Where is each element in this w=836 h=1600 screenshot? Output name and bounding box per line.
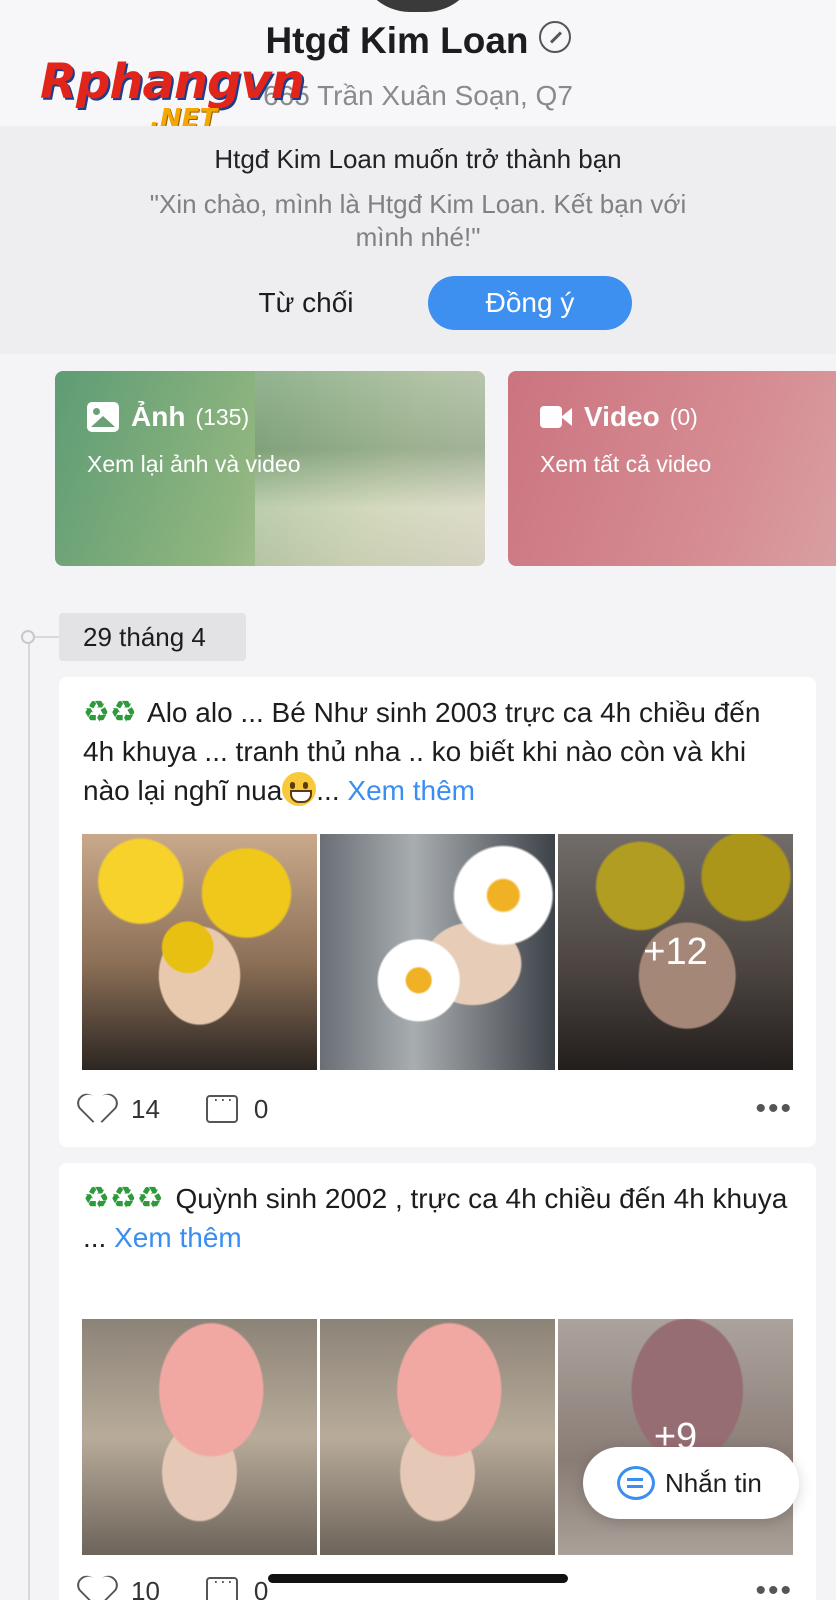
grinning-face-emoji-icon — [282, 772, 317, 806]
comment-icon[interactable] — [205, 1089, 238, 1123]
watermark-logo: Rphangvn .NET — [40, 54, 305, 136]
decline-button[interactable]: Từ chối — [226, 276, 386, 330]
photos-count: (135) — [195, 403, 250, 430]
post-photo[interactable] — [82, 1319, 317, 1555]
more-options-icon[interactable]: ••• — [755, 1576, 793, 1600]
more-photos-count[interactable]: +9 — [558, 1319, 793, 1555]
heart-icon[interactable] — [83, 1575, 117, 1600]
comment-count: 0 — [253, 1575, 269, 1600]
videos-card-label: Video — [584, 401, 660, 432]
avatar[interactable] — [358, 0, 478, 12]
comment-count: 0 — [253, 1093, 269, 1124]
message-button[interactable]: Nhắn tin — [583, 1447, 799, 1519]
more-options-icon[interactable]: ••• — [755, 1094, 793, 1124]
timeline-connector — [35, 636, 59, 638]
post-photo[interactable] — [320, 834, 555, 1070]
photo-icon — [87, 402, 119, 432]
see-more-link[interactable]: Xem thêm — [114, 1222, 242, 1253]
like-count: 14 — [131, 1093, 160, 1124]
profile-name: Htgđ Kim Loan — [265, 20, 529, 61]
post-ellipsis: ... — [83, 1222, 107, 1253]
watermark-main-text: Rphangvn — [40, 54, 305, 110]
post-photo-grid: +9 — [82, 1319, 793, 1555]
heart-icon[interactable] — [83, 1093, 117, 1125]
friend-request-message: "Xin chào, mình là Htgđ Kim Loan. Kết bạ… — [149, 189, 687, 252]
post-photo[interactable]: +9 — [558, 1319, 793, 1555]
edit-pencil-icon[interactable] — [538, 21, 571, 54]
timeline-post[interactable]: ♻♻♻ Quỳnh sinh 2002 , trực ca 4h chiều đ… — [59, 1163, 816, 1600]
post-ellipsis: ... — [316, 775, 340, 806]
post-photo-grid: +12 — [82, 834, 793, 1070]
friend-request-title: Htgđ Kim Loan muốn trở thành bạn — [214, 144, 622, 174]
videos-card[interactable]: Video (0) Xem tất cả video — [508, 371, 836, 566]
comment-icon[interactable] — [205, 1571, 238, 1600]
post-body: Quỳnh sinh 2002 , trực ca 4h chiều đến 4… — [175, 1183, 788, 1214]
timeline-post[interactable]: ♻♻ Alo alo ... Bé Như sinh 2003 trực ca … — [59, 677, 816, 1147]
post-photo[interactable] — [82, 834, 317, 1070]
post-photo[interactable] — [320, 1319, 555, 1555]
timeline-line — [28, 636, 30, 1600]
photos-card-header: Ảnh (135) — [87, 401, 249, 433]
see-more-link[interactable]: Xem thêm — [347, 775, 475, 806]
videos-card-subtitle: Xem tất cả video — [540, 451, 712, 477]
post-text: ♻♻ Alo alo ... Bé Như sinh 2003 trực ca … — [83, 693, 793, 810]
home-indicator[interactable] — [268, 1574, 568, 1583]
post-actions: 14 0 ••• — [83, 1089, 793, 1127]
friend-request-panel: Htgđ Kim Loan muốn trở thành bạn "Xin ch… — [0, 126, 836, 354]
profile-header: Htgđ Kim Loan 665 Trần Xuân Soạn, Q7 Rph… — [0, 0, 836, 134]
message-button-label: Nhắn tin — [665, 1467, 762, 1498]
photos-card[interactable]: Ảnh (135) Xem lại ảnh và video — [55, 371, 485, 566]
like-count: 10 — [131, 1575, 160, 1600]
photos-card-label: Ảnh — [131, 401, 186, 432]
recycle-emoji-icon: ♻♻ — [83, 696, 137, 729]
accept-button[interactable]: Đồng ý — [428, 276, 632, 330]
post-photo[interactable]: +12 — [558, 834, 793, 1070]
timeline-date: 29 tháng 4 — [59, 613, 246, 661]
more-photos-count[interactable]: +12 — [558, 834, 793, 1070]
photos-card-subtitle: Xem lại ảnh và video — [87, 451, 301, 477]
videos-count: (0) — [669, 403, 698, 430]
post-text: ♻♻♻ Quỳnh sinh 2002 , trực ca 4h chiều đ… — [83, 1179, 793, 1257]
timeline-dot — [21, 630, 35, 644]
video-camera-icon — [540, 405, 572, 429]
videos-card-header: Video (0) — [540, 401, 698, 433]
chat-bubble-icon — [617, 1466, 655, 1500]
recycle-emoji-icon: ♻♻♻ — [83, 1182, 164, 1215]
